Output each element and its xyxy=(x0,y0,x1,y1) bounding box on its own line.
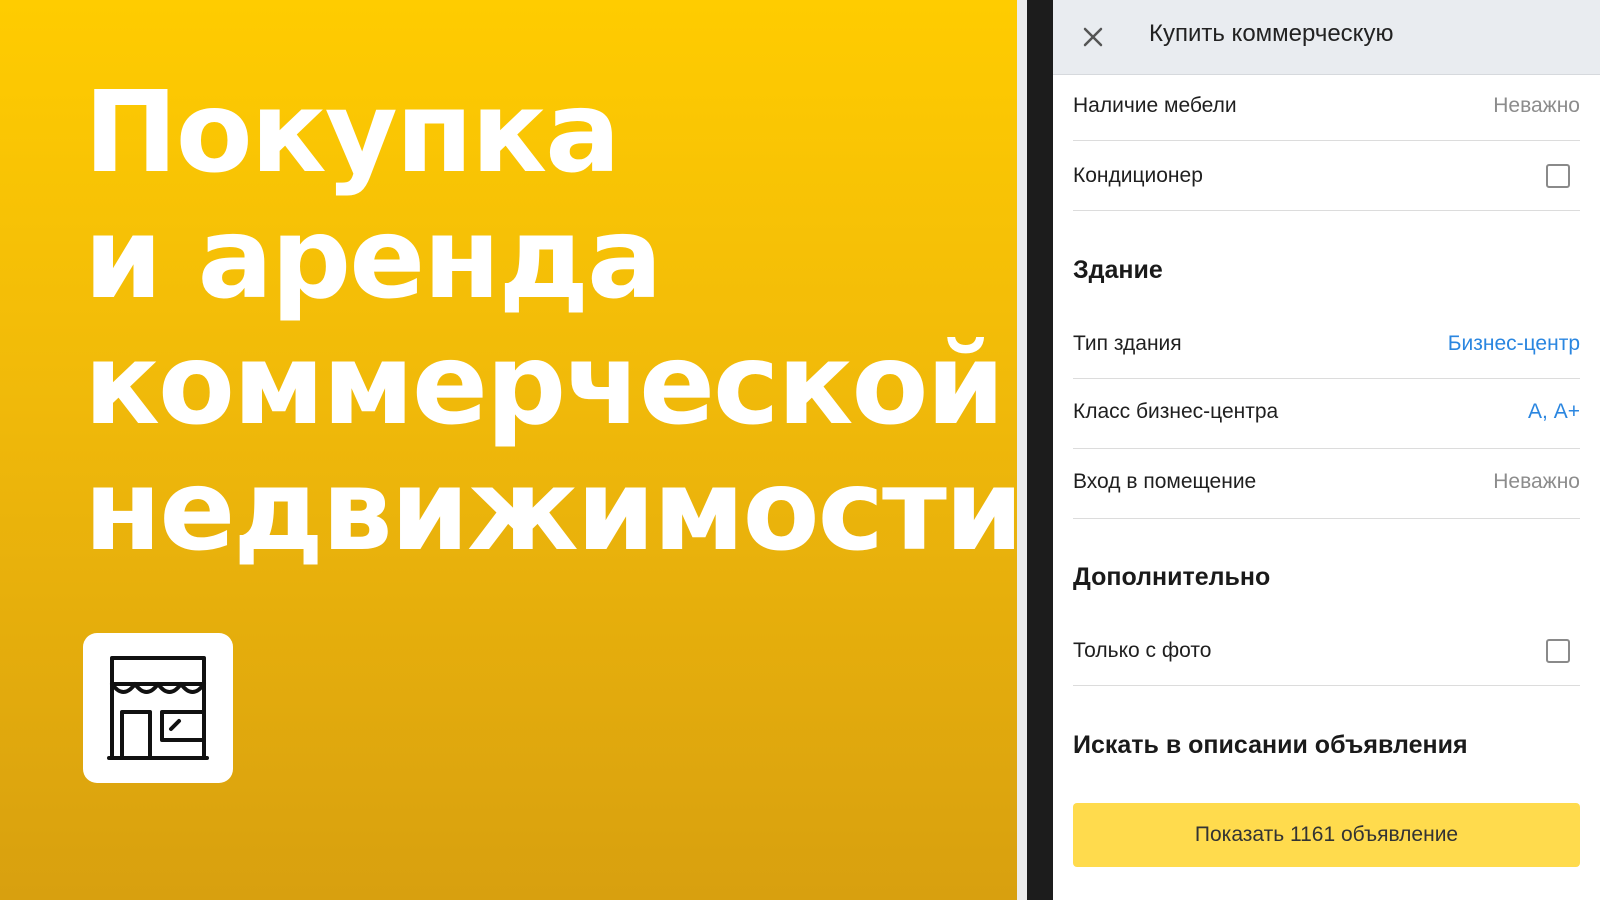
promo-title-line-2: и аренда xyxy=(84,194,663,324)
close-icon[interactable] xyxy=(1078,22,1108,52)
filter-row-bc-class[interactable]: Класс бизнес-центра А, А+ xyxy=(1073,378,1580,449)
filter-value: Неважно xyxy=(1493,470,1580,493)
section-heading-building: Здание xyxy=(1073,256,1163,284)
filter-label: Только с фото xyxy=(1073,639,1212,662)
filter-label: Вход в помещение xyxy=(1073,470,1257,493)
bottom-action-bar: Показать 1161 объявление xyxy=(1053,790,1600,900)
filter-screen: Купить коммерческую Наличие мебели Неваж… xyxy=(1053,0,1600,900)
filter-label: Тип здания xyxy=(1073,332,1182,355)
aircon-checkbox[interactable] xyxy=(1546,164,1570,188)
section-heading-search-description[interactable]: Искать в описании объявления xyxy=(1073,731,1468,760)
filter-value: Бизнес-центр xyxy=(1447,332,1580,355)
promo-banner: Покупка и аренда коммерческой недвижимос… xyxy=(0,0,1023,900)
filter-row-building-type[interactable]: Тип здания Бизнес-центр xyxy=(1073,312,1580,379)
storefront-icon xyxy=(107,656,209,760)
device-frame-edge xyxy=(1017,0,1027,900)
promo-title-line-1: Покупка xyxy=(84,68,621,198)
screen-header: Купить коммерческую xyxy=(1053,0,1600,75)
promo-title-line-3: коммерческой xyxy=(84,320,1005,450)
photo-only-checkbox[interactable] xyxy=(1546,639,1570,663)
filter-row-photo-only[interactable]: Только с фото xyxy=(1073,617,1580,686)
filter-value: А, А+ xyxy=(1528,400,1580,423)
screen-title: Купить коммерческую xyxy=(1149,20,1394,47)
filter-row-furniture[interactable]: Наличие мебели Неважно xyxy=(1073,74,1580,141)
filter-label: Класс бизнес-центра xyxy=(1073,400,1279,423)
promo-title: Покупка и аренда коммерческой недвижимос… xyxy=(84,68,1023,576)
filter-row-entrance[interactable]: Вход в помещение Неважно xyxy=(1073,448,1580,519)
filter-row-aircon[interactable]: Кондиционер xyxy=(1073,140,1580,211)
section-heading-additional: Дополнительно xyxy=(1073,563,1271,591)
storefront-tile xyxy=(83,633,233,783)
show-results-button[interactable]: Показать 1161 объявление xyxy=(1073,803,1580,867)
promo-title-line-4: недвижимости xyxy=(84,446,1023,576)
filter-label: Наличие мебели xyxy=(1073,94,1237,117)
filter-label: Кондиционер xyxy=(1073,164,1203,187)
device-bezel xyxy=(1027,0,1053,900)
filter-value: Неважно xyxy=(1493,94,1580,117)
